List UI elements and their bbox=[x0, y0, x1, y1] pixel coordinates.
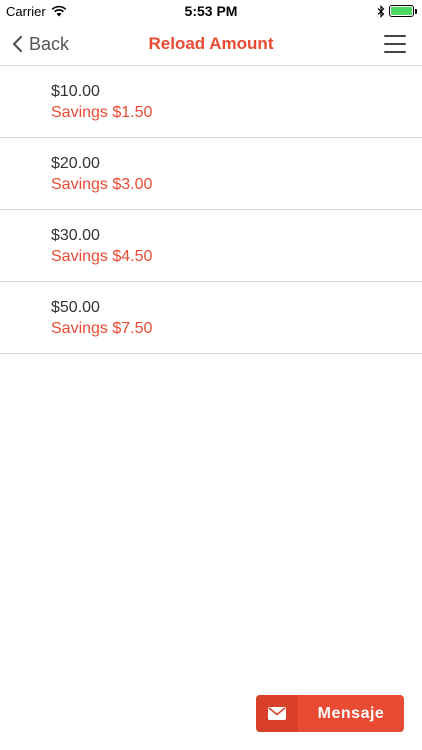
amount-row-10[interactable]: $10.00 Savings $1.50 bbox=[0, 66, 422, 138]
status-bar: Carrier 5:53 PM bbox=[0, 0, 422, 22]
amount-savings: Savings $4.50 bbox=[51, 248, 153, 265]
nav-bar: Back Reload Amount bbox=[0, 22, 422, 66]
amount-list: $10.00 Savings $1.50 $20.00 Savings $3.0… bbox=[0, 66, 422, 354]
amount-value: $50.00 bbox=[51, 299, 100, 316]
battery-fill bbox=[391, 7, 412, 15]
bluetooth-icon bbox=[377, 4, 385, 18]
mensaje-button[interactable]: Mensaje bbox=[256, 695, 404, 732]
battery-icon bbox=[389, 5, 417, 17]
amount-row-30[interactable]: $30.00 Savings $4.50 bbox=[0, 210, 422, 282]
hamburger-icon bbox=[384, 35, 406, 37]
menu-button[interactable] bbox=[384, 35, 406, 53]
status-right bbox=[377, 4, 417, 18]
mensaje-label: Mensaje bbox=[317, 704, 385, 722]
amount-savings: Savings $7.50 bbox=[51, 320, 153, 337]
envelope-icon bbox=[268, 707, 286, 720]
status-left: Carrier bbox=[6, 4, 67, 19]
back-button[interactable]: Back bbox=[12, 22, 69, 66]
back-label: Back bbox=[29, 33, 70, 54]
amount-value: $30.00 bbox=[51, 227, 100, 244]
screen: Carrier 5:53 PM Back Reload Amount $10.0… bbox=[0, 0, 422, 750]
amount-value: $20.00 bbox=[51, 155, 100, 172]
amount-savings: Savings $1.50 bbox=[51, 104, 153, 121]
amount-savings: Savings $3.00 bbox=[51, 176, 153, 193]
amount-value: $10.00 bbox=[51, 83, 100, 100]
amount-row-50[interactable]: $50.00 Savings $7.50 bbox=[0, 282, 422, 354]
mensaje-icon-box bbox=[256, 695, 298, 732]
wifi-icon bbox=[51, 5, 66, 17]
chevron-left-icon bbox=[12, 35, 23, 53]
amount-row-20[interactable]: $20.00 Savings $3.00 bbox=[0, 138, 422, 210]
carrier-label: Carrier bbox=[6, 3, 46, 19]
